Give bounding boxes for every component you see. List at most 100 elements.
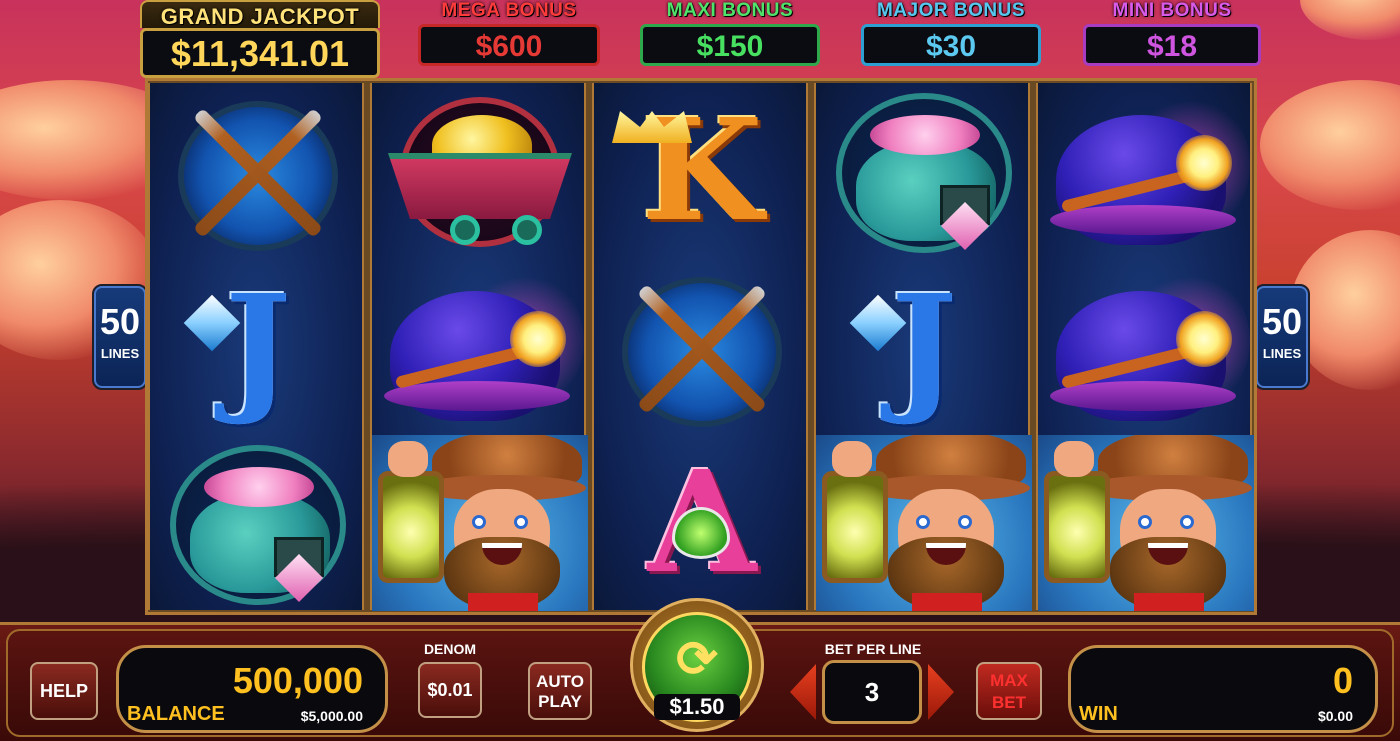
reel-cell: K (594, 83, 810, 259)
helmet-brim (384, 381, 570, 411)
lantern-icon (822, 471, 888, 583)
miner-helmet-symbol (1050, 271, 1250, 421)
win-label: WIN (1079, 703, 1118, 725)
major-bonus-meter: MAJOR BONUS $30 (861, 0, 1041, 66)
reel-cell (816, 83, 1032, 259)
lines-label: LINES (1262, 346, 1302, 361)
mini-bonus-label: MINI BONUS (1112, 0, 1232, 21)
miner-scarf (468, 593, 538, 611)
lines-label: LINES (100, 346, 140, 361)
reel-3: KA (592, 83, 808, 610)
bet-per-line-value: 3 (822, 660, 922, 724)
mine-cart-symbol (380, 91, 580, 256)
grand-jackpot-label: GRAND JACKPOT (140, 0, 380, 29)
auto-play-label-line2: PLAY (538, 692, 582, 711)
reel-cell (372, 83, 588, 259)
miner-eye (1138, 515, 1152, 529)
reel-cell: A (594, 435, 810, 611)
letter-j-symbol: J (890, 265, 958, 429)
win-credits: 0 (1332, 660, 1353, 701)
reel-cell: J (816, 259, 1032, 435)
lantern-icon (378, 471, 444, 583)
miner-scarf (912, 593, 982, 611)
letter-k-symbol: K (641, 89, 763, 253)
reel-cell (1038, 435, 1254, 611)
reel-cell (816, 435, 1032, 611)
maxi-bonus-value: $150 (640, 24, 820, 66)
gold-crown-gem-icon (612, 111, 692, 143)
lines-badge-left: 50 LINES (92, 284, 148, 390)
reel-2 (370, 83, 588, 611)
gem-bag-symbol (830, 89, 1020, 257)
total-bet-value: $1.50 (654, 694, 740, 720)
balance-credits: 500,000 (232, 660, 363, 701)
maxi-bonus-meter: MAXI BONUS $150 (640, 0, 820, 66)
miner-eye (916, 515, 930, 529)
miner-hand (388, 441, 428, 477)
miner-helmet-symbol (384, 271, 584, 421)
miner-eye (958, 515, 972, 529)
reel-1: J (148, 83, 364, 610)
mega-bonus-label: MEGA BONUS (441, 0, 577, 21)
miner-character-symbol (372, 435, 588, 611)
reel-cell (1038, 83, 1254, 259)
helmet-brim (1050, 381, 1236, 411)
balance-label: BALANCE (127, 703, 225, 725)
spin-arrow-icon[interactable]: ⟳ (668, 630, 726, 688)
mega-bonus-value: $600 (418, 24, 600, 66)
win-cash: $0.00 (1317, 708, 1353, 724)
mega-bonus-meter: MEGA BONUS $600 (418, 0, 600, 66)
grand-jackpot-meter: GRAND JACKPOT $11,341.01 (140, 0, 380, 78)
win-panel: 0 WIN $0.00 (1068, 645, 1378, 733)
miner-hand (1054, 441, 1094, 477)
miner-eye (1180, 515, 1194, 529)
reel-5 (1036, 83, 1254, 611)
max-bet-label-line2: BET (992, 693, 1026, 712)
pink-gems-icon (204, 467, 314, 507)
reel-cell: J (150, 259, 366, 435)
miner-hand (832, 441, 872, 477)
reel-cell (372, 435, 588, 611)
maxi-bonus-label: MAXI BONUS (666, 0, 794, 21)
balance-cash: $5,000.00 (300, 708, 363, 724)
auto-play-button[interactable]: AUTO PLAY (528, 662, 592, 720)
help-button[interactable]: HELP (30, 662, 98, 720)
miner-eye (472, 515, 486, 529)
reel-cell (372, 259, 588, 435)
cart-wheel-icon (450, 215, 480, 245)
bet-per-line-label: BET PER LINE (824, 641, 922, 657)
mini-bonus-meter: MINI BONUS $18 (1083, 0, 1261, 66)
reel-cell (594, 259, 810, 435)
gem-bag-symbol (164, 441, 354, 609)
lines-count: 50 (99, 301, 141, 342)
max-bet-label-line1: MAX (990, 671, 1028, 690)
helmet-brim (1050, 205, 1236, 235)
cart-wheel-icon (512, 215, 542, 245)
miner-character-symbol (1038, 435, 1254, 611)
denom-button[interactable]: $0.01 (418, 662, 482, 718)
auto-play-label-line1: AUTO (536, 672, 584, 691)
balance-panel: 500,000 BALANCE $5,000.00 (116, 645, 388, 733)
max-bet-button[interactable]: MAX BET (976, 662, 1042, 720)
reel-4: J (814, 83, 1032, 611)
miner-eye (514, 515, 528, 529)
major-bonus-value: $30 (861, 24, 1041, 66)
background-cloud (1260, 80, 1400, 210)
mine-cart-icon (388, 153, 572, 219)
letter-j-symbol: J (224, 265, 292, 429)
reel-cell (1038, 259, 1254, 435)
miner-scarf (1134, 593, 1204, 611)
major-bonus-label: MAJOR BONUS (876, 0, 1025, 21)
head-lamp-icon (1176, 135, 1232, 191)
grand-jackpot-value: $11,341.01 (140, 28, 380, 78)
lines-count: 50 (1261, 301, 1303, 342)
denom-label: DENOM (423, 641, 477, 657)
mini-bonus-value: $18 (1083, 24, 1261, 66)
lantern-icon (1044, 471, 1110, 583)
miner-helmet-symbol (1050, 95, 1250, 245)
head-lamp-icon (510, 311, 566, 367)
background-cloud (1300, 0, 1400, 40)
reel-grid: JKAJ (145, 78, 1257, 615)
miner-character-symbol (816, 435, 1032, 611)
lines-badge-right: 50 LINES (1254, 284, 1310, 390)
